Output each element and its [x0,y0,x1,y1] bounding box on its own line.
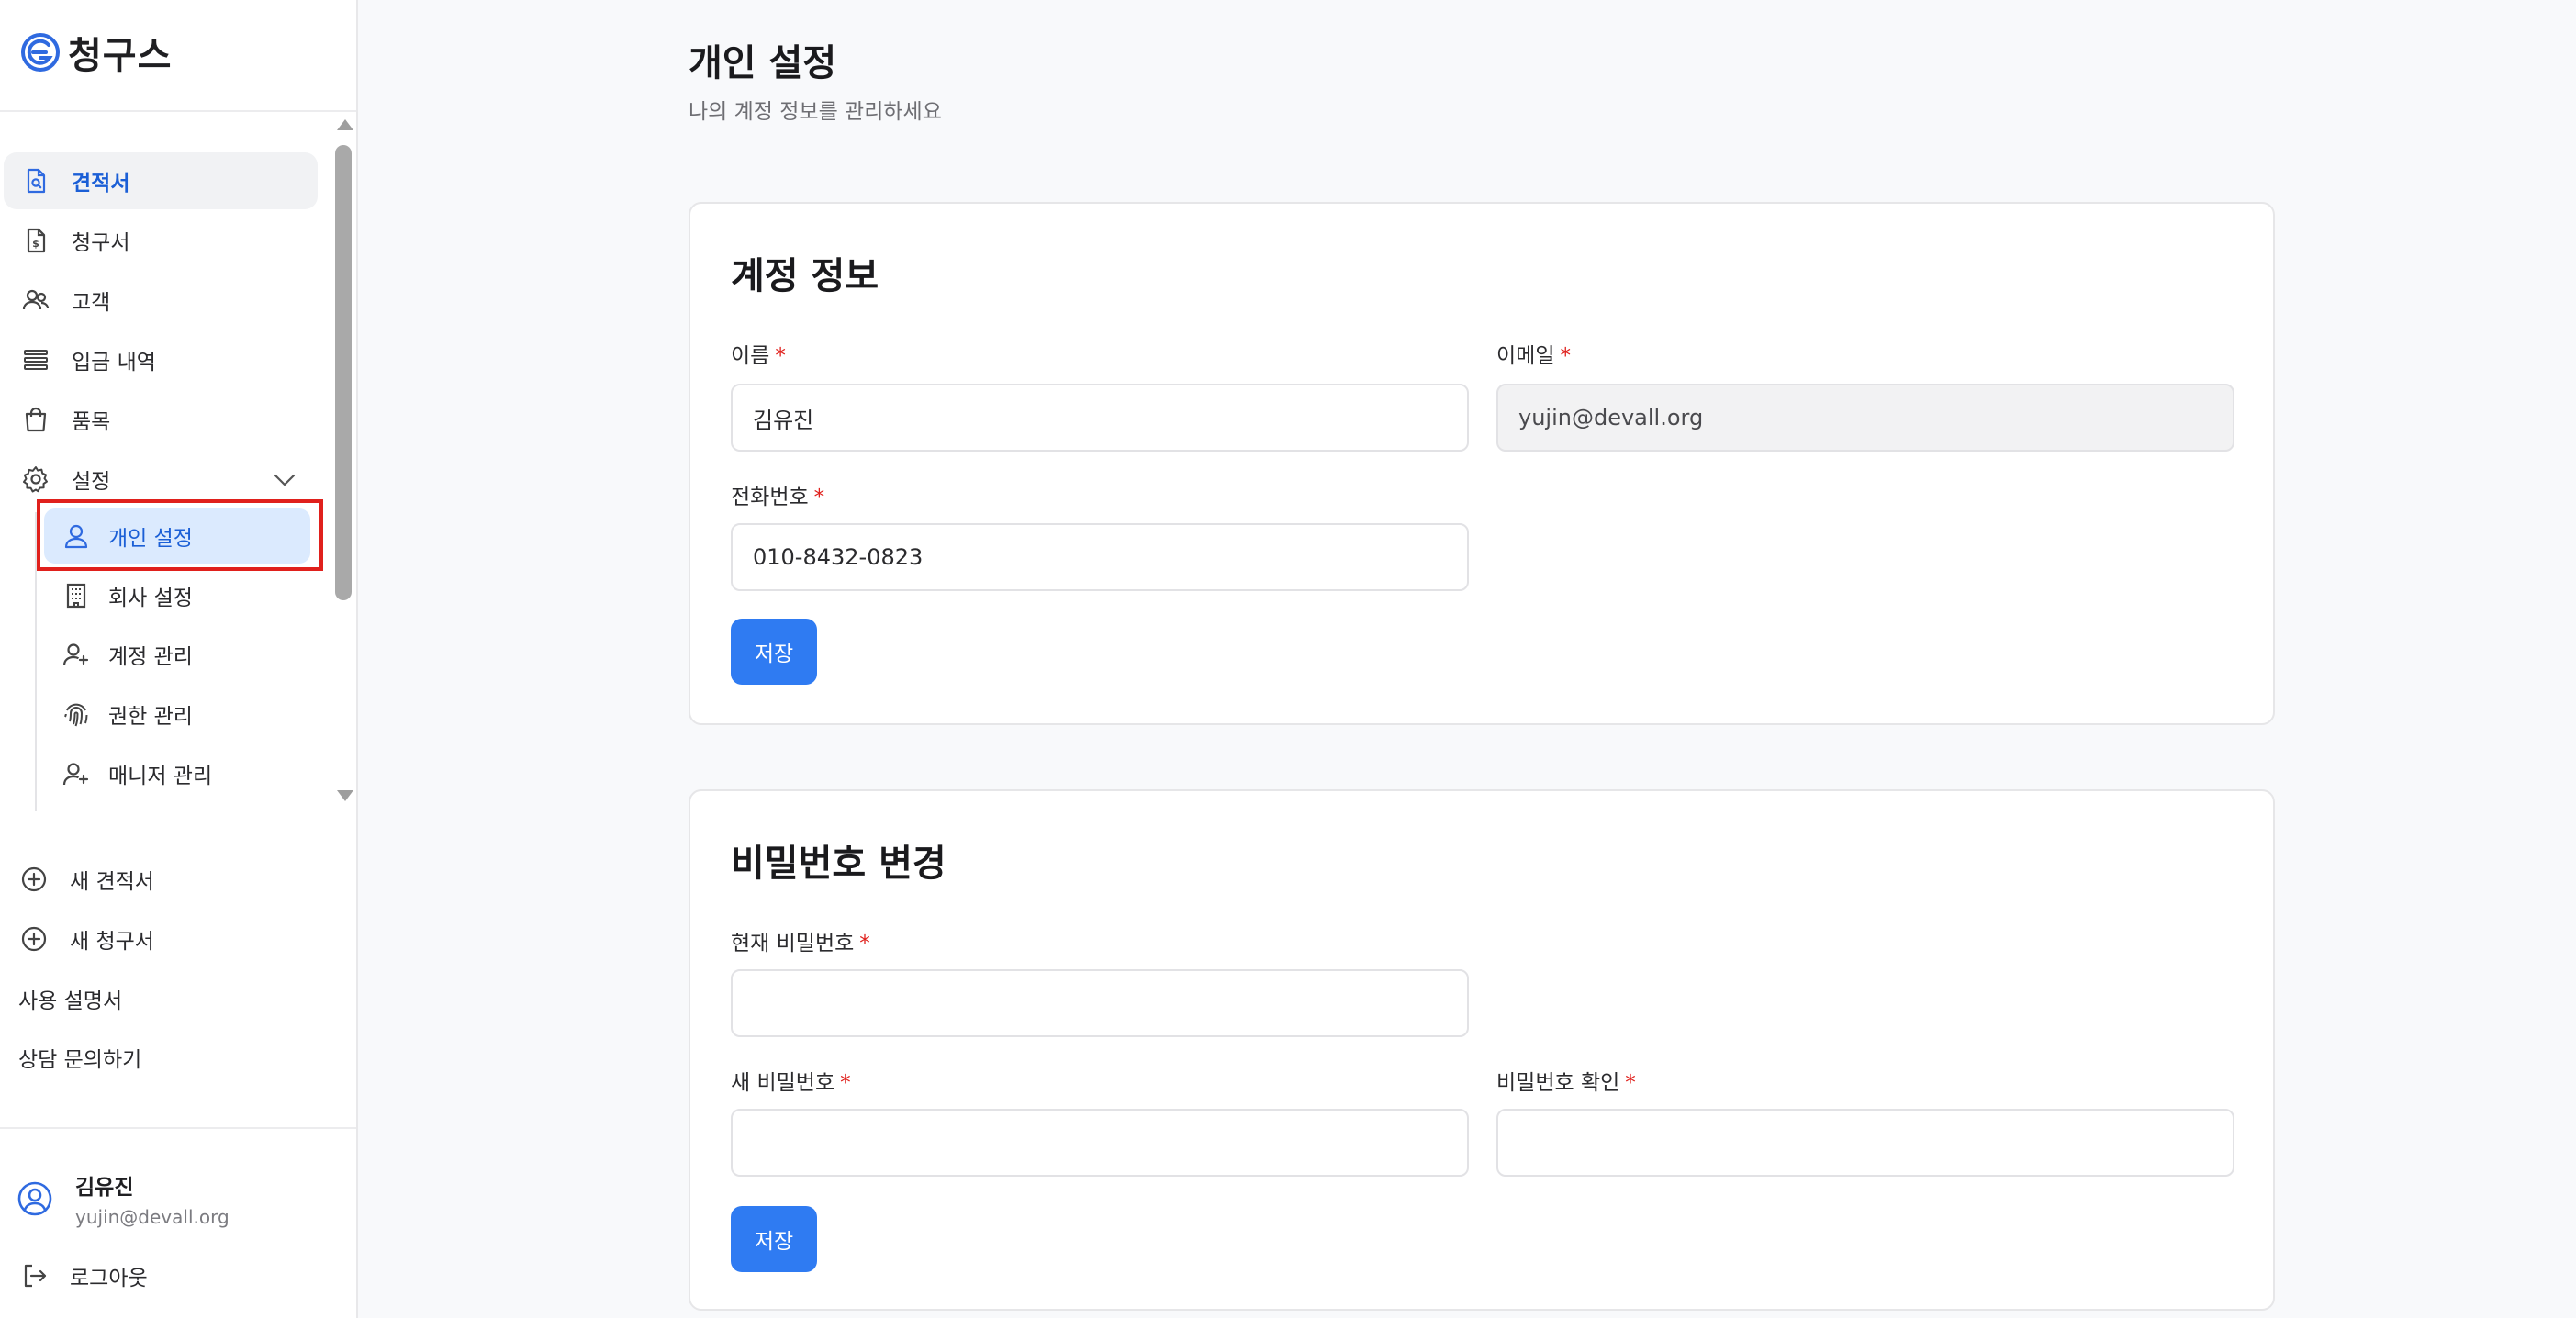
new-quote-label: 새 견적서 [70,870,154,894]
sidebar-item-label: 청구서 [72,231,130,255]
account-info-card: 계정 정보 이름 * 김유진 이메일 * yujin@devall.org 전화번호… [689,202,2275,725]
sidebar-subitem-label: 계정 관리 [108,645,193,669]
email-label: 이메일 * [1496,338,1571,369]
consultation-link[interactable]: 상담 문의하기 [0,1030,356,1085]
logout-icon [18,1260,50,1291]
account-card-title: 계정 정보 [731,255,879,297]
confirm-password-field[interactable] [1496,1109,2234,1177]
sidebar-item-label: 고객 [72,291,111,315]
scroll-up-arrow-icon[interactable] [337,119,353,130]
list-icon [20,344,51,375]
user-plus-icon [61,758,92,789]
quote-doc-icon [20,165,51,196]
selection-highlight [37,499,323,571]
required-mark: * [1625,1071,1636,1095]
sidebar-subitem-label: 권한 관리 [108,705,193,729]
fingerprint-icon [61,698,92,730]
shopping-bag-icon [20,404,51,435]
required-mark: * [775,344,786,368]
building-icon [61,580,92,611]
sidebar-subitem-manager-management[interactable]: 매니저 관리 [44,746,310,801]
email-value: yujin@devall.org [1518,405,1704,430]
sidebar-item-payments[interactable]: 입금 내역 [4,331,318,388]
user-name: 김유진 [75,1176,134,1200]
name-value: 김유진 [753,407,814,433]
plus-circle-icon [18,923,50,955]
phone-field[interactable]: 010-8432-0823 [731,523,1469,591]
sidebar-subitem-label: 매니저 관리 [108,765,213,788]
email-label-text: 이메일 [1496,344,1555,368]
scroll-thumb[interactable] [335,145,352,600]
current-password-field[interactable] [731,969,1469,1037]
logo-icon [21,33,60,72]
new-password-label: 새 비밀번호 * [731,1065,851,1096]
sidebar-item-label: 설정 [72,470,111,494]
user-plus-icon [61,639,92,670]
required-mark: * [840,1071,851,1095]
brand-logo[interactable]: 청구스 [20,26,172,79]
required-mark: * [813,486,825,509]
sidebar-item-quotes[interactable]: 견적서 [4,152,318,209]
save-password-button[interactable]: 저장 [731,1206,817,1272]
phone-label: 전화번호 * [731,479,824,510]
new-password-label-text: 새 비밀번호 [731,1071,835,1095]
sidebar-scrollbar[interactable] [332,114,354,811]
user-email: yujin@devall.org [75,1206,230,1228]
phone-label-text: 전화번호 [731,486,809,509]
sidebar-subitem-company-settings[interactable]: 회사 설정 [44,568,310,623]
password-change-card: 비밀번호 변경 현재 비밀번호 * 새 비밀번호 * 비밀번호 확인 * 저장 [689,789,2275,1311]
logout-label: 로그아웃 [70,1267,148,1290]
customers-icon [20,285,51,316]
page-subtitle: 나의 계정 정보를 관리하세요 [689,100,942,124]
sidebar: 청구스 견적서 $ 청구서 고객 입금 내역 품목 설정 개인 설정 회사 설정… [0,0,358,1318]
nav-scroll-area: 견적서 $ 청구서 고객 입금 내역 품목 설정 개인 설정 회사 설정 계정 … [0,114,356,811]
user-profile[interactable]: 김유진 yujin@devall.org [17,1169,230,1228]
new-quote-button[interactable]: 새 견적서 [0,852,356,907]
sidebar-item-items[interactable]: 품목 [4,391,318,448]
sidebar-subitem-permission-management[interactable]: 권한 관리 [44,687,310,742]
sidebar-item-invoices[interactable]: $ 청구서 [4,212,318,269]
invoice-doc-icon: $ [20,225,51,256]
new-invoice-label: 새 청구서 [70,930,154,954]
gear-icon [20,464,51,495]
user-manual-label: 사용 설명서 [18,989,123,1013]
current-password-label-text: 현재 비밀번호 [731,932,855,955]
sidebar-divider-top [0,110,356,112]
logout-button[interactable]: 로그아웃 [0,1248,356,1303]
current-password-label: 현재 비밀번호 * [731,925,870,956]
required-mark: * [859,932,870,955]
phone-value: 010-8432-0823 [753,544,924,570]
sidebar-item-customers[interactable]: 고객 [4,272,318,329]
sidebar-item-label: 입금 내역 [72,351,156,374]
user-manual-link[interactable]: 사용 설명서 [0,971,356,1026]
confirm-password-label: 비밀번호 확인 * [1496,1065,1636,1096]
password-card-title: 비밀번호 변경 [731,843,946,885]
new-invoice-button[interactable]: 새 청구서 [0,911,356,966]
new-password-field[interactable] [731,1109,1469,1177]
sidebar-item-label: 품목 [72,410,111,434]
page-title: 개인 설정 [689,42,837,84]
app-name: 청구스 [68,35,173,77]
name-label: 이름 * [731,338,786,369]
confirm-password-label-text: 비밀번호 확인 [1496,1071,1620,1095]
user-avatar-icon [17,1181,52,1216]
scroll-down-arrow-icon[interactable] [337,790,353,801]
svg-text:$: $ [32,238,39,250]
consultation-label: 상담 문의하기 [18,1048,142,1072]
sidebar-item-label: 견적서 [72,172,130,195]
sidebar-subitem-label: 회사 설정 [108,586,193,610]
email-field: yujin@devall.org [1496,384,2234,452]
name-label-text: 이름 [731,344,770,368]
chevron-down-icon[interactable] [272,467,297,493]
save-account-button[interactable]: 저장 [731,619,817,685]
sidebar-divider-bottom [0,1127,356,1129]
plus-circle-icon [18,864,50,895]
sidebar-subitem-account-management[interactable]: 계정 관리 [44,627,310,682]
name-field[interactable]: 김유진 [731,384,1469,452]
required-mark: * [1560,344,1571,368]
